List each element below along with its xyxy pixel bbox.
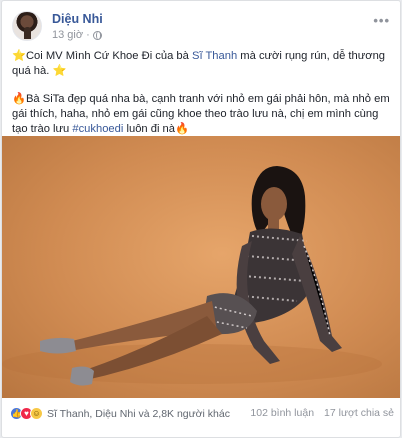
photo-illustration [2, 166, 382, 386]
post-text-segment: luôn đi nà [123, 123, 176, 135]
hashtag-link[interactable]: #cukhoedi [72, 123, 123, 135]
post-header: Diệu Nhi 13 giờ · ••• [12, 11, 392, 43]
reaction-summary[interactable]: 👍 ♥ ☺ Sĩ Thanh, Diệu Nhi và 2,8K người k… [10, 407, 230, 420]
post-text-segment: Coi MV Mình Cứ Khoe Đi của bà [25, 50, 192, 62]
post-paragraph: 🔥Bà SiTa đẹp quá nha bà, cạnh tranh với … [12, 92, 394, 137]
fire-emoji-icon: 🔥 [12, 93, 26, 105]
post-footer: 👍 ♥ ☺ Sĩ Thanh, Diệu Nhi và 2,8K người k… [10, 406, 394, 424]
reactors-text[interactable]: Sĩ Thanh, Diệu Nhi và 2,8K người khác [47, 408, 230, 420]
engagement-counts: 102 bình luận 17 lượt chia sẻ [250, 407, 394, 419]
comments-count-link[interactable]: 102 bình luận [250, 407, 314, 419]
star-emoji-icon: ⭐ [52, 65, 67, 77]
post-text-segment: Bà SiTa đẹp quá nha bà, cạnh tranh với n… [12, 93, 390, 135]
post-paragraph: ⭐Coi MV Mình Cứ Khoe Đi của bà Sĩ Thanh … [12, 49, 394, 79]
author-name[interactable]: Diệu Nhi [52, 12, 103, 26]
post-photo[interactable] [2, 136, 400, 398]
more-options-icon[interactable]: ••• [373, 13, 390, 28]
star-emoji-icon: ⭐ [12, 50, 26, 62]
post-text: ⭐Coi MV Mình Cứ Khoe Đi của bà Sĩ Thanh … [12, 49, 394, 150]
fire-emoji-icon: 🔥 [175, 123, 189, 135]
post-meta: 13 giờ · [52, 29, 102, 41]
meta-separator: · [86, 29, 90, 41]
globe-icon[interactable] [92, 30, 102, 40]
tagged-user-link[interactable]: Sĩ Thanh [192, 50, 237, 62]
haha-icon: ☺ [30, 407, 43, 420]
shares-count-link[interactable]: 17 lượt chia sẻ [324, 407, 394, 419]
post-time[interactable]: 13 giờ [52, 29, 83, 41]
post-card: Diệu Nhi 13 giờ · ••• ⭐Coi MV Mình Cứ Kh… [1, 0, 401, 438]
avatar[interactable] [12, 11, 42, 41]
